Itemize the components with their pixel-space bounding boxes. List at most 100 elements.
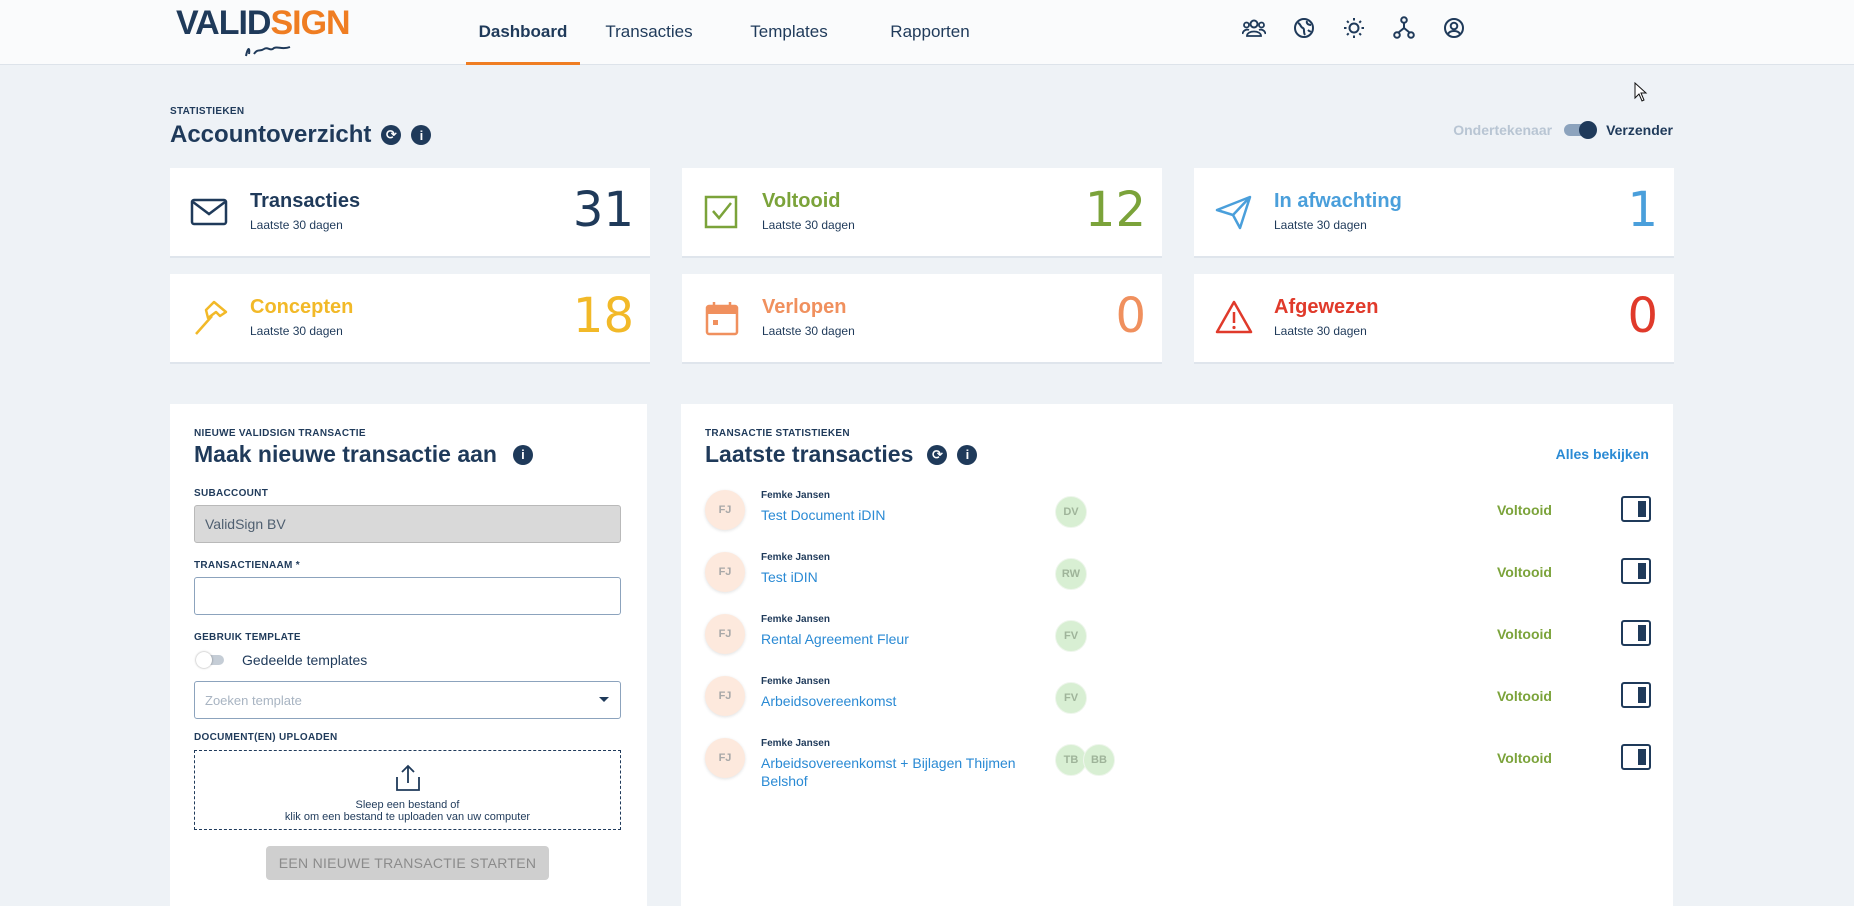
users-icon[interactable] (1240, 14, 1268, 42)
signer-avatar: DV (1055, 496, 1087, 528)
transaction-name-link[interactable]: Test Document iDIN (761, 506, 1021, 524)
refresh-icon[interactable]: ⟳ (927, 444, 948, 465)
stat-card-afgewezen[interactable]: Afgewezen Laatste 30 dagen 0 (1194, 274, 1674, 364)
info-icon[interactable]: i (411, 125, 432, 145)
upload-dropzone[interactable]: Sleep een bestand of klik om een bestand… (194, 750, 621, 830)
envelope-icon (190, 198, 228, 226)
open-panel-button[interactable] (1621, 744, 1651, 770)
shared-templates-row: Gedeelde templates (196, 652, 367, 668)
stat-title: Voltooid (762, 190, 841, 212)
signers: FV (1055, 682, 1087, 714)
sun-icon[interactable] (1340, 14, 1368, 42)
info-icon[interactable]: i (957, 444, 978, 465)
shared-templates-toggle[interactable] (196, 652, 224, 668)
open-panel-button[interactable] (1621, 620, 1651, 646)
transaction-name-link[interactable]: Rental Agreement Fleur (761, 630, 1021, 648)
status-label: Voltooid (1497, 502, 1552, 518)
latest-transactions-panel: TRANSACTIE STATISTIEKEN Laatste transact… (681, 404, 1673, 906)
signer-avatar: BB (1083, 744, 1115, 776)
role-signer-label[interactable]: Ondertekenaar (1453, 122, 1552, 138)
open-panel-button[interactable] (1621, 558, 1651, 584)
top-icon-bar (1240, 14, 1468, 42)
stat-card-verlopen[interactable]: Verlopen Laatste 30 dagen 0 (682, 274, 1162, 364)
view-all-link[interactable]: Alles bekijken (1556, 446, 1649, 462)
table-row[interactable]: FJ Femke Jansen Arbeidsovereenkomst + Bi… (705, 734, 1651, 790)
upload-hint-line2: klik om een bestand te uploaden van uw c… (284, 811, 531, 823)
hammer-icon (195, 300, 228, 335)
stat-card-concepten[interactable]: Concepten Laatste 30 dagen 18 (170, 274, 650, 364)
stat-subtitle: Laatste 30 dagen (1274, 218, 1367, 232)
transaction-name-link[interactable]: Arbeidsovereenkomst (761, 692, 1021, 710)
stats-eyebrow: STATISTIEKEN (170, 106, 245, 117)
role-switch: Ondertekenaar Verzender (1453, 121, 1673, 139)
transaction-name-link[interactable]: Arbeidsovereenkomst + Bijlagen Thijmen B… (761, 754, 1021, 790)
nav-templates[interactable]: Templates (718, 0, 860, 64)
logo-text: VALIDSIGN (176, 4, 351, 42)
chevron-down-icon (599, 697, 609, 702)
latest-header: TRANSACTIE STATISTIEKEN Laatste transact… (705, 428, 978, 468)
status-label: Voltooid (1497, 750, 1552, 766)
nav-transacties[interactable]: Transacties (580, 0, 718, 64)
user-circle-icon[interactable] (1440, 14, 1468, 42)
status-label: Voltooid (1497, 626, 1552, 642)
calendar-icon (705, 302, 739, 336)
owner-avatar: FJ (705, 552, 745, 592)
signer-avatar: FV (1055, 620, 1087, 652)
table-row[interactable]: FJ Femke Jansen Arbeidsovereenkomst FV V… (705, 672, 1651, 726)
open-panel-button[interactable] (1621, 496, 1651, 522)
signers: TB BB (1055, 744, 1115, 776)
stat-title: Verlopen (762, 296, 847, 318)
stat-subtitle: Laatste 30 dagen (762, 324, 855, 338)
owner-avatar: FJ (705, 614, 745, 654)
upload-hint-line1: Sleep een bestand of (355, 799, 460, 811)
stat-title: In afwachting (1274, 190, 1402, 212)
stat-title: Afgewezen (1274, 296, 1379, 318)
stat-card-voltooid[interactable]: Voltooid Laatste 30 dagen 12 (682, 168, 1162, 258)
use-template-label: GEBRUIK TEMPLATE (194, 632, 301, 643)
owner-avatar: FJ (705, 490, 745, 530)
table-row[interactable]: FJ Femke Jansen Test iDIN RW Voltooid (705, 548, 1651, 602)
stat-card-transacties[interactable]: Transacties Laatste 30 dagen 31 (170, 168, 650, 258)
globe-icon[interactable] (1290, 14, 1318, 42)
network-icon[interactable] (1390, 14, 1418, 42)
nav-rapporten[interactable]: Rapporten (860, 0, 1000, 64)
table-row[interactable]: FJ Femke Jansen Rental Agreement Fleur F… (705, 610, 1651, 664)
table-row[interactable]: FJ Femke Jansen Test Document iDIN DV Vo… (705, 486, 1651, 540)
subaccount-field[interactable]: ValidSign BV (194, 505, 621, 543)
account-overview-title: Accountoverzicht (170, 121, 372, 148)
signature-scribble-icon (245, 46, 291, 57)
validsign-logo[interactable]: VALIDSIGN (176, 4, 366, 58)
template-search-placeholder: Zoeken template (205, 692, 302, 708)
paper-plane-icon (1215, 195, 1252, 230)
status-label: Voltooid (1497, 688, 1552, 704)
check-square-icon (704, 195, 738, 229)
owner-name: Femke Jansen (761, 614, 830, 625)
stat-value: 31 (572, 182, 634, 238)
nav-dashboard[interactable]: Dashboard (466, 0, 580, 65)
refresh-icon[interactable]: ⟳ (381, 125, 402, 145)
owner-name: Femke Jansen (761, 552, 830, 563)
latest-eyebrow: TRANSACTIE STATISTIEKEN (705, 428, 850, 439)
owner-name: Femke Jansen (761, 676, 830, 687)
stat-value: 1 (1627, 182, 1658, 238)
role-toggle[interactable] (1564, 121, 1598, 139)
owner-name: Femke Jansen (761, 738, 830, 749)
stat-card-in-afwachting[interactable]: In afwachting Laatste 30 dagen 1 (1194, 168, 1674, 258)
transaction-name-link[interactable]: Test iDIN (761, 568, 1021, 586)
top-navigation-bar: VALIDSIGN Dashboard Transacties Template… (0, 0, 1854, 65)
stat-subtitle: Laatste 30 dagen (250, 218, 343, 232)
transaction-name-input[interactable] (194, 577, 621, 615)
template-search-select[interactable]: Zoeken template (194, 681, 621, 719)
start-transaction-button[interactable]: EEN NIEUWE TRANSACTIE STARTEN (266, 846, 549, 880)
stat-value: 12 (1084, 182, 1146, 238)
main-nav: Dashboard Transacties Templates Rapporte… (466, 0, 1000, 65)
info-icon[interactable]: i (512, 444, 533, 465)
upload-icon (395, 764, 420, 791)
role-sender-label[interactable]: Verzender (1606, 122, 1673, 138)
owner-avatar: FJ (705, 738, 745, 778)
warning-icon (1215, 300, 1253, 334)
open-panel-button[interactable] (1621, 682, 1651, 708)
new-tx-title: Maak nieuwe transactie aan (194, 441, 497, 467)
stat-value: 0 (1627, 288, 1658, 344)
stat-title: Concepten (250, 296, 354, 318)
